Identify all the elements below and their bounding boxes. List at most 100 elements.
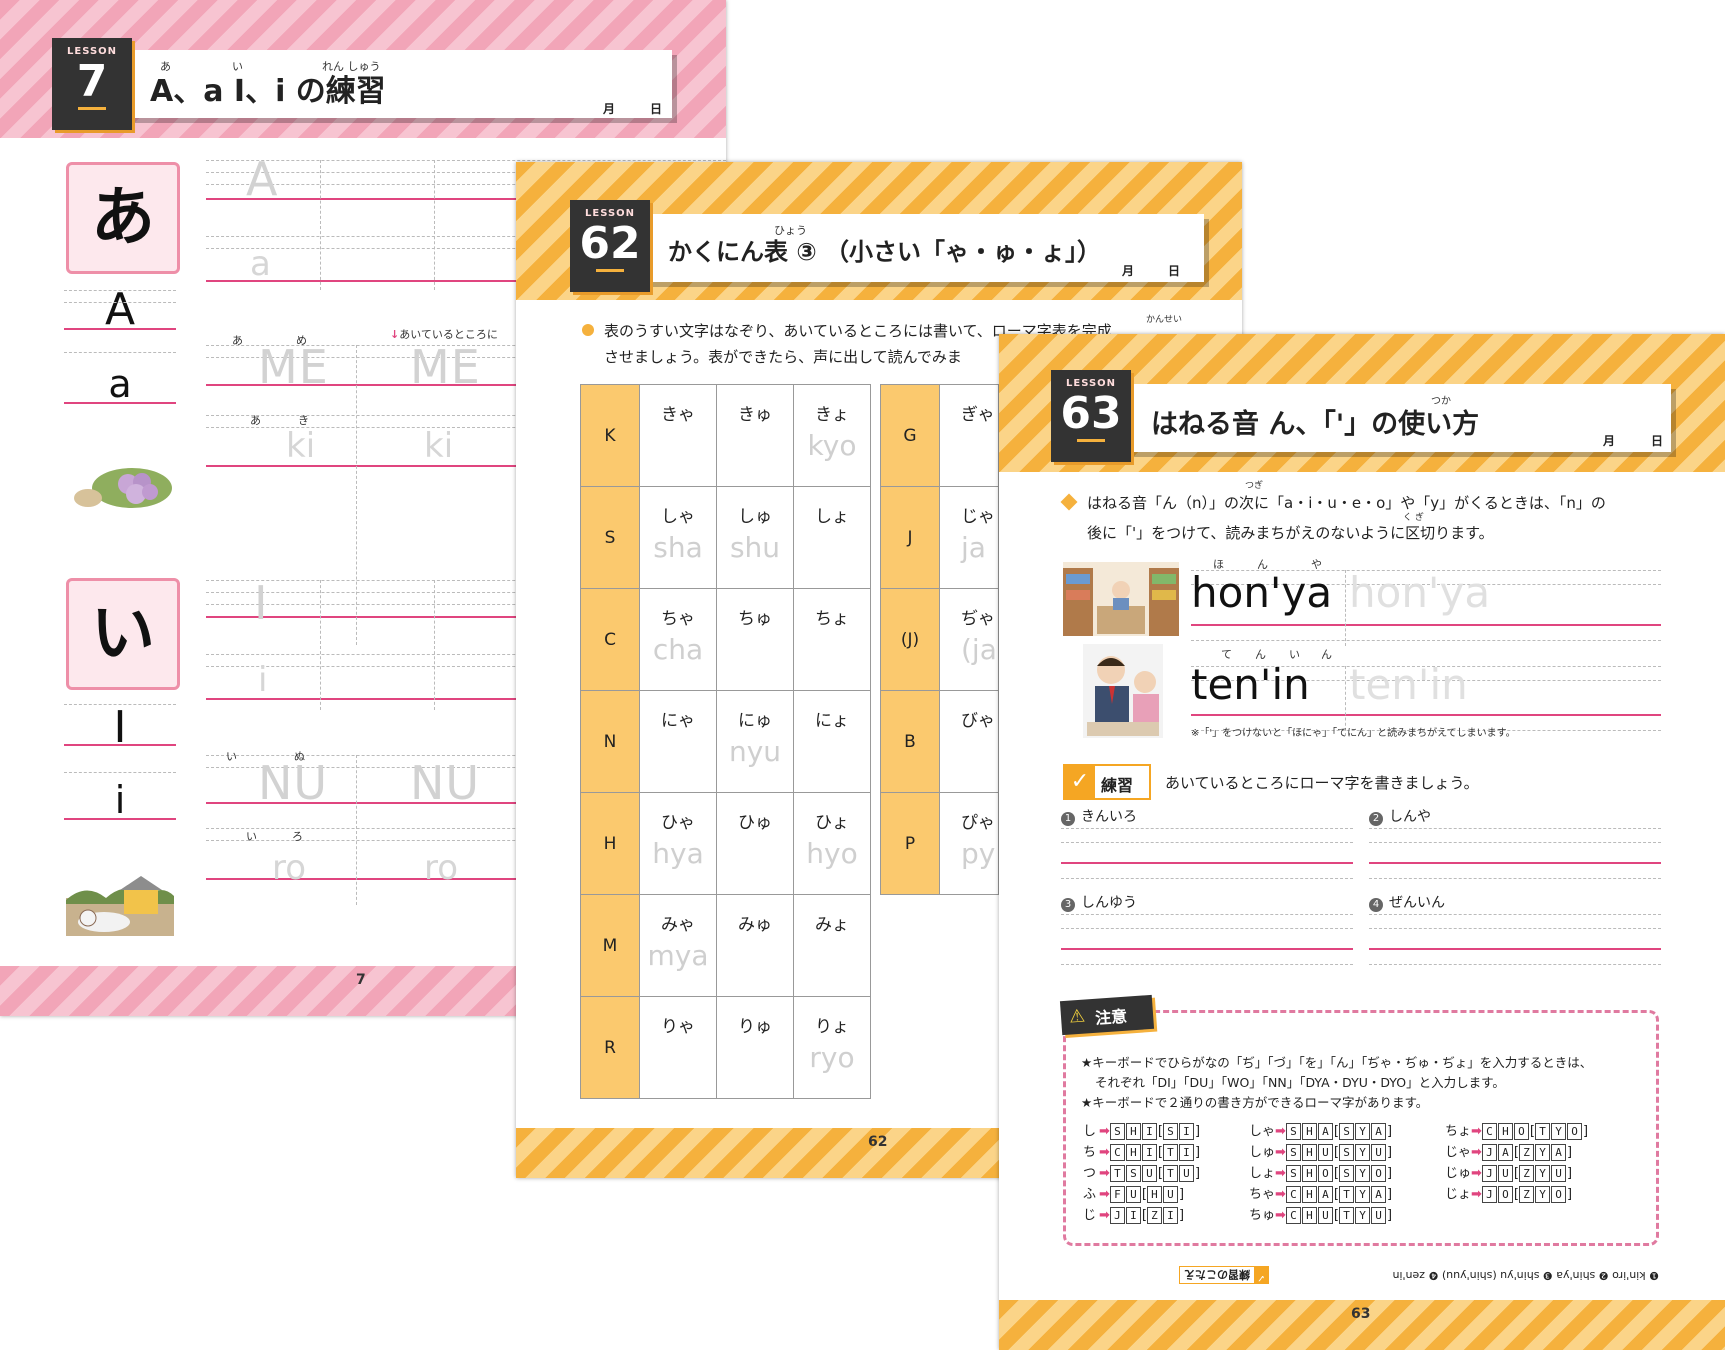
key-map-row: ちゅ➡ C H U[T Y U] (1249, 1204, 1439, 1225)
arrow-right-icon: ➡ (1275, 1187, 1286, 1202)
key-cap: T (1109, 1165, 1125, 1182)
key-map-kana: ふ (1083, 1187, 1097, 1202)
kana-text: ぎゃ (961, 405, 995, 425)
lesson-underline (78, 107, 106, 110)
key-cap: J (1481, 1144, 1497, 1161)
key-cap: H (1301, 1165, 1317, 1182)
table-row: J じゃ ja (880, 486, 999, 589)
key-cap-alt: O (1551, 1186, 1566, 1203)
kana-text: にょ (815, 711, 849, 731)
key-map-row: しゃ➡ S H A[S Y A] (1249, 1120, 1439, 1141)
key-map-row: しゅ➡ S H U[S Y U] (1249, 1141, 1439, 1162)
key-map-row: じょ➡ J O[Z Y O] (1445, 1183, 1645, 1204)
kana-cell: ひょ hyo (793, 792, 871, 895)
practice-number-2: 2 (1369, 812, 1383, 826)
word-inu-trace-2: NU (410, 756, 481, 810)
key-map-column-2: しゃ➡ S H A[S Y A] しゅ➡ S H U[S Y U] しょ➡ S H O[S Y O] ちゃ➡ C H A[… (1249, 1120, 1439, 1225)
table-row: N にゃ にゅ nyu にょ (580, 690, 871, 793)
kana-text: きょ (815, 405, 849, 425)
arrow-right-icon: ➡ (1275, 1124, 1286, 1139)
instruction-ruby: かんせい (1146, 315, 1183, 325)
lesson-underline (596, 269, 624, 272)
example2-trace: ten'in (1349, 660, 1468, 709)
yoon-table-right: G ぎゃ J じゃ ja (J) ぢゃ (ja B びゃ P ぴゃ py (880, 384, 999, 895)
table-row: B びゃ (880, 690, 999, 793)
key-cap-alt: U (1371, 1207, 1386, 1224)
practice-word-4: ぜんいん (1389, 895, 1445, 911)
key-map-kana: ちょ (1445, 1124, 1472, 1139)
key-map-kana: しょ (1249, 1166, 1276, 1181)
kana-text: じゃ (961, 507, 995, 527)
kana-cell: みゃ mya (639, 894, 717, 997)
consonant-cell: R (580, 996, 640, 1099)
kana-cell: みゅ (716, 894, 794, 997)
key-map-row: ちゃ➡ C H A[T Y A] (1249, 1183, 1439, 1204)
letter-lower-i: i (114, 778, 126, 822)
key-cap: J (1481, 1165, 1497, 1182)
day-label: 日 (1651, 434, 1664, 448)
romaji-trace: sha (653, 531, 703, 564)
key-cap-alt: S (1162, 1123, 1178, 1140)
key-cap: A (1317, 1186, 1333, 1203)
key-cap-alt: T (1162, 1144, 1178, 1161)
kana-text: ひゃ (661, 813, 695, 833)
page-63: LESSON 63 つか はねる音 ん、「'」の使い方 月 日 つぎ はねる音「… (999, 334, 1725, 1350)
page-62-lesson-badge: LESSON 62 (570, 200, 650, 292)
kana-cell: きゅ (716, 384, 794, 487)
key-cap: S (1285, 1144, 1301, 1161)
key-cap-alt: Y (1535, 1186, 1550, 1203)
practice-number-4: 4 (1369, 898, 1383, 912)
key-cap-alt: O (1371, 1165, 1386, 1182)
key-map-kana: じゅ (1445, 1166, 1472, 1181)
arrow-right-icon: ➡ (1275, 1208, 1286, 1223)
kana-text: しゃ (661, 507, 695, 527)
romaji-trace: hya (652, 837, 704, 870)
word-inu-ruby-1: い (226, 750, 237, 763)
warning-icon: ⚠ (1068, 1005, 1086, 1028)
practice-badge: ✓ 練習 (1063, 764, 1151, 800)
month-label: 月 (603, 102, 616, 116)
key-cap: J (1109, 1207, 1125, 1224)
key-map-row: つ ➡ T S U[T U] (1083, 1162, 1253, 1183)
key-cap: S (1285, 1165, 1301, 1182)
word-aki-ruby-1: あ (250, 414, 261, 427)
arrow-right-icon: ➡ (1471, 1145, 1482, 1160)
kana-text: きゃ (661, 405, 695, 425)
trace-a-upper: A (246, 152, 279, 206)
key-map-kana: ちゃ (1249, 1187, 1276, 1202)
key-map-kana: しゃ (1249, 1124, 1276, 1139)
consonant-cell: S (580, 486, 640, 589)
intro-ruby-tsugi: つぎ (1245, 481, 1264, 491)
kana-cell: びゃ (939, 690, 999, 793)
consonant-cell: M (580, 894, 640, 997)
bracket-close: ] (1194, 1166, 1201, 1181)
key-cap-alt: Y (1355, 1207, 1370, 1224)
key-cap: I (1141, 1144, 1157, 1161)
consonant-cell: (J) (880, 588, 940, 691)
consonant-cell: H (580, 792, 640, 895)
practice-item-label: 1 きんいろ (1061, 806, 1137, 826)
kana-cell: じゃ ja (939, 486, 999, 589)
kana-cell: きょ kyo (793, 384, 871, 487)
word-ame-ruby-1: あ (232, 334, 243, 347)
word-ame-trace-1: ME (258, 340, 329, 394)
key-cap: O (1497, 1186, 1513, 1203)
kana-cell: ちゃ cha (639, 588, 717, 691)
kana-text: しゅ (738, 507, 772, 527)
kana-text: みょ (815, 915, 849, 935)
key-map-kana: しゅ (1249, 1145, 1276, 1160)
kana-text: ひょ (815, 813, 849, 833)
word-iro-trace-2: ro (424, 848, 459, 888)
key-cap-alt: S (1339, 1144, 1354, 1161)
word-ame-trace-2: ME (410, 340, 481, 394)
bracket-close: ] (1567, 1187, 1573, 1202)
bracket-close: ] (1178, 1187, 1185, 1202)
kana-cell: ちょ (793, 588, 871, 691)
key-cap: C (1285, 1207, 1301, 1224)
page-62-title: かくにん表 ③ （小さい「ゃ・ゅ・ょ」） (668, 238, 1102, 266)
key-cap: F (1109, 1186, 1125, 1203)
key-cap: C (1285, 1186, 1301, 1203)
key-cap-alt: Y (1551, 1123, 1566, 1140)
kana-text: みゅ (738, 915, 772, 935)
key-cap-alt: Y (1535, 1144, 1550, 1161)
